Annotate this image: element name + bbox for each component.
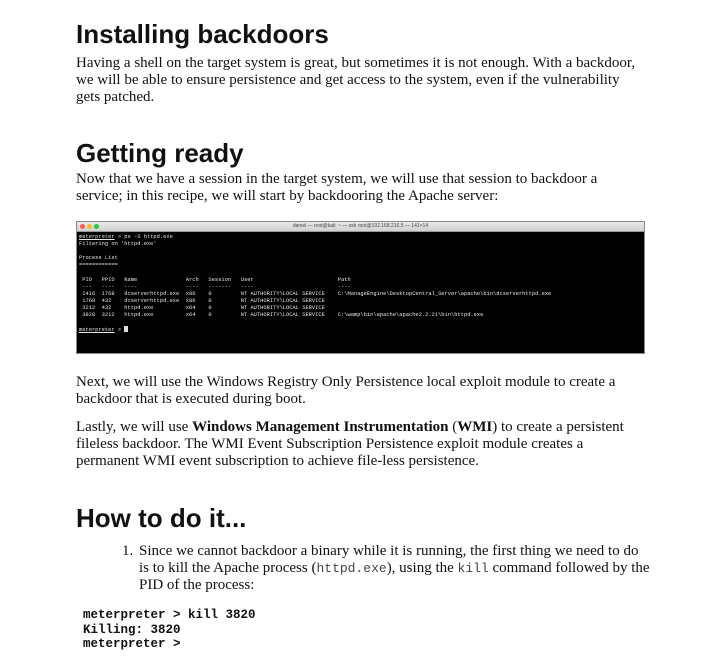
- step-text: Since we cannot backdoor a binary while …: [139, 543, 652, 594]
- text-wmi-abbr: WMI: [457, 419, 493, 435]
- terminal-list-rule: ============: [79, 262, 118, 269]
- code-line: meterpreter >: [83, 637, 181, 651]
- heading-how-to-do-it: How to do it...: [76, 503, 247, 533]
- terminal-column-rules: --- ---- ---- ---- ------- ---- ----: [79, 283, 351, 290]
- text-lastly-before: Lastly, we will use: [76, 419, 193, 435]
- paragraph-intro: Having a shell on the target system is g…: [76, 55, 635, 105]
- terminal-output: meterpreter > ps -S httpd.exe Filtering o…: [77, 232, 644, 336]
- paragraph-next: Next, we will use the Windows Registry O…: [76, 374, 616, 407]
- terminal-blank: [79, 248, 642, 255]
- step-number: 1.: [122, 543, 134, 559]
- terminal-prompt: meterpreter: [79, 327, 115, 334]
- terminal-process-row: 1416 1768 dcserverhttpd.exe x86 0 NT AUT…: [79, 290, 552, 297]
- heading-getting-ready: Getting ready: [76, 138, 244, 168]
- terminal-list-title: Process List: [79, 255, 118, 262]
- terminal-command: > ps -S httpd.exe: [114, 234, 173, 240]
- terminal-prompt: meterpreter: [79, 234, 115, 240]
- inline-code-kill: kill: [457, 561, 489, 576]
- terminal-final-prompt: meterpreter >: [79, 326, 642, 334]
- terminal-screenshot: daniel — root@kali: ~ — ssh root@192.168…: [76, 221, 645, 354]
- code-block-kill: meterpreter > kill 3820 Killing: 3820 mete…: [83, 608, 256, 652]
- code-line: Killing: 3820: [83, 622, 181, 637]
- list-item-step-1: 1. Since we cannot backdoor a binary whi…: [122, 543, 652, 594]
- terminal-filter-line: Filtering on 'httpd.exe': [79, 241, 157, 248]
- terminal-process-row: 1768 432 dcserverhttpd.exe x86 0 NT AUTH…: [79, 297, 338, 304]
- terminal-title: daniel — root@kali: ~ — ssh root@192.168…: [292, 223, 429, 229]
- inline-code-httpd: httpd.exe: [316, 561, 387, 576]
- text-wmi-full: Windows Management Instrumentation: [192, 419, 449, 435]
- terminal-prompt-suffix: >: [114, 327, 125, 334]
- terminal-blank: [79, 319, 642, 326]
- text-lastly-middle: (: [448, 419, 458, 435]
- terminal-cursor: [124, 326, 129, 333]
- code-line: meterpreter > kill 3820: [83, 608, 256, 622]
- step-text-middle: ), using the: [386, 560, 458, 576]
- heading-installing-backdoors: Installing backdoors: [76, 19, 329, 49]
- terminal-process-row: 3212 432 httpd.exe x64 0 NT AUTHORITY\LO…: [79, 304, 338, 311]
- terminal-titlebar: daniel — root@kali: ~ — ssh root@192.168…: [77, 222, 644, 232]
- paragraph-getting-ready: Now that we have a session in the target…: [76, 171, 598, 204]
- paragraph-lastly: Lastly, we will use Windows Management I…: [76, 419, 636, 470]
- terminal-blank: [79, 269, 642, 276]
- terminal-command-line: meterpreter > ps -S httpd.exe: [79, 234, 642, 241]
- terminal-columns: PID PPID Name Arch Session User Path: [79, 276, 351, 283]
- terminal-process-row: 3820 3212 httpd.exe x64 0 NT AUTHORITY\L…: [79, 312, 484, 319]
